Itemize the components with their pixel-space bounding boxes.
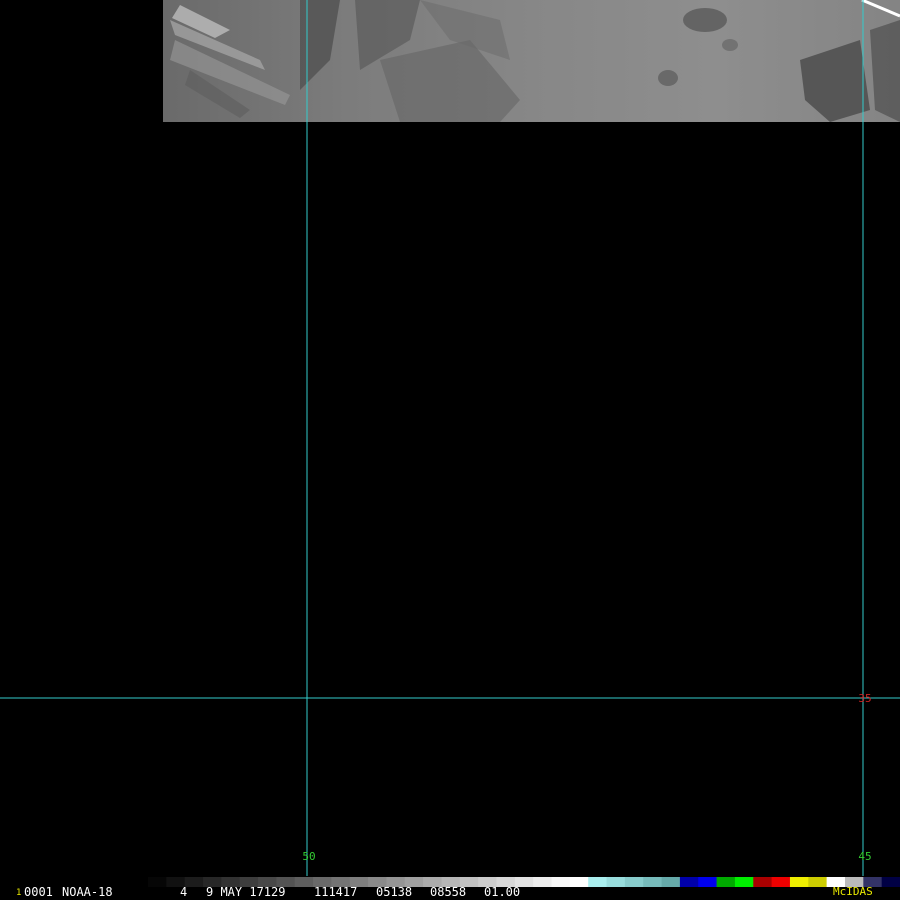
image-background: [0, 0, 900, 900]
software-label: McIDAS: [833, 885, 873, 898]
status-bar: 1 0001 NOAA-18 4 9 MAY 17129 111417 0513…: [0, 876, 900, 900]
longitude-label-45: 45: [858, 850, 871, 863]
image-resolution: 01.00: [484, 885, 521, 899]
frame-prefix: 1: [16, 888, 22, 898]
satellite-name: NOAA-18: [62, 885, 113, 899]
image-line: 05138: [376, 885, 413, 899]
longitude-label-50: 50: [302, 850, 315, 863]
latitude-label-35: 35: [858, 692, 871, 705]
image-date: 9 MAY 17129: [206, 885, 286, 899]
frame-number: 0001: [24, 885, 53, 899]
image-element: 08558: [430, 885, 467, 899]
satellite-imagery-swath: [163, 0, 900, 122]
image-time: 111417: [314, 885, 358, 899]
satellite-image-viewer: 50 45 35: [0, 0, 900, 900]
band-number: 4: [180, 885, 188, 899]
